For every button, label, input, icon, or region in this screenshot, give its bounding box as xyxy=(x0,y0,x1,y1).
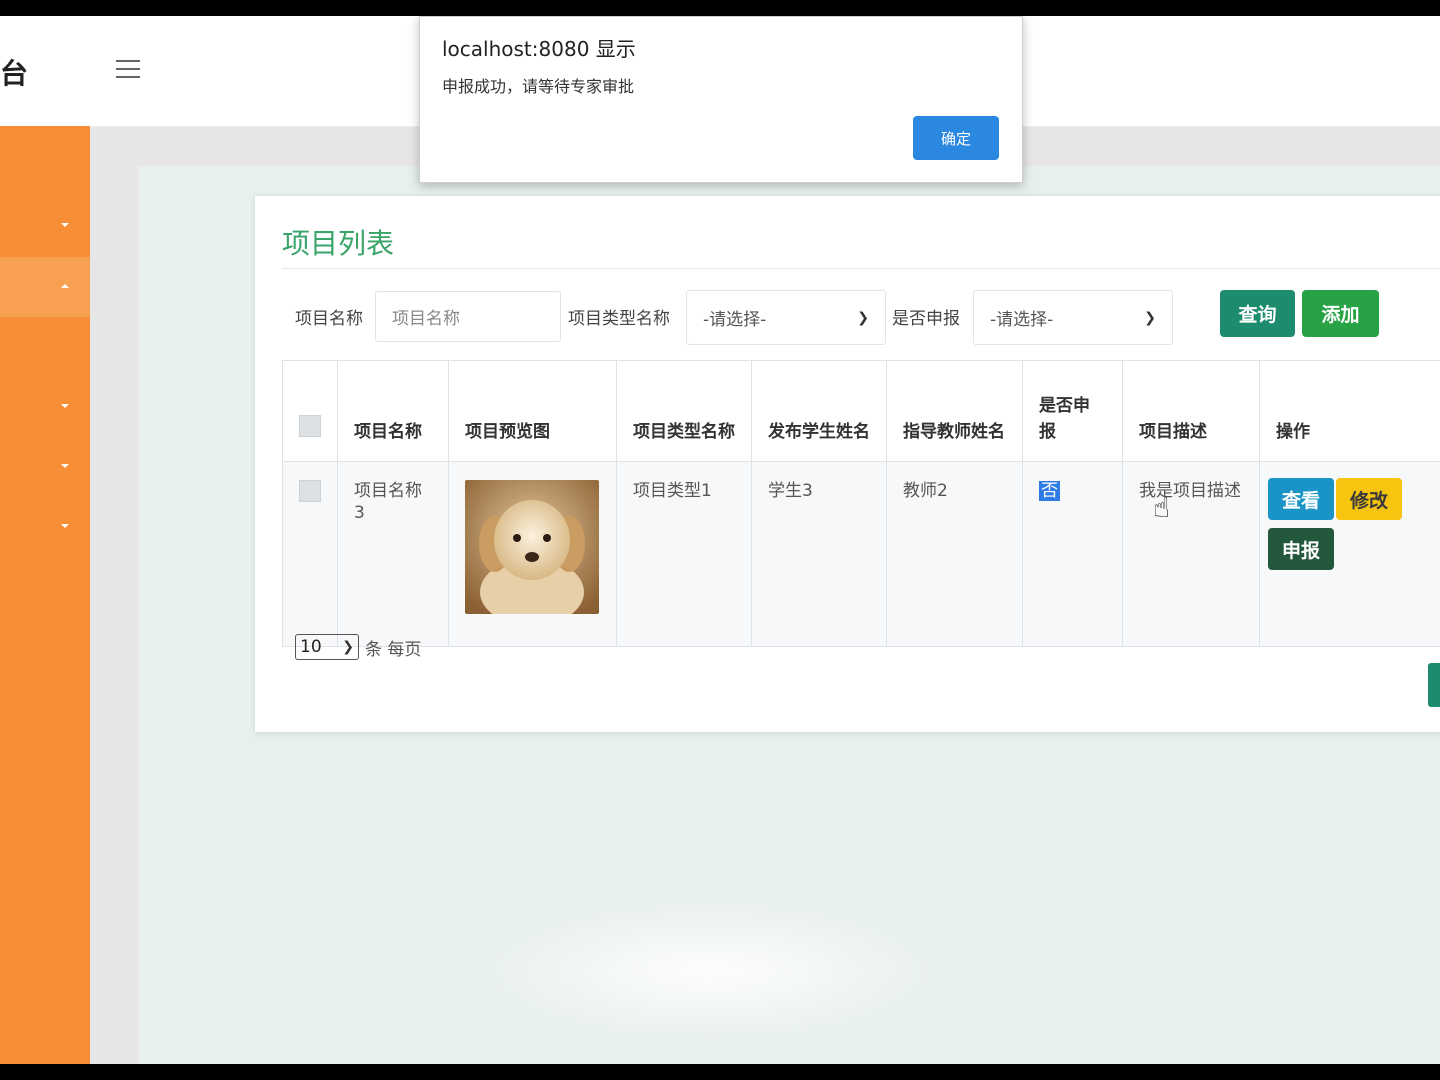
row-select-cell xyxy=(282,461,338,647)
type-select[interactable]: -请选择- ❯ xyxy=(686,290,886,345)
name-label: 项目名称 xyxy=(295,309,363,329)
dialog-message: 申报成功，请等待专家审批 xyxy=(442,77,635,96)
chevron-down-icon: ❯ xyxy=(1144,309,1156,326)
hand-cursor-icon: ☝ xyxy=(1153,491,1171,524)
type-label: 项目类型名称 xyxy=(568,309,670,329)
menu-toggle-icon[interactable] xyxy=(116,60,140,78)
column-header[interactable]: 发布学生姓名 xyxy=(751,360,887,462)
query-button[interactable]: 查询 xyxy=(1220,290,1295,337)
dialog-title: localhost:8080 显示 xyxy=(442,37,636,61)
ok-button[interactable]: 确定 xyxy=(913,116,999,160)
column-header[interactable]: 指导教师姓名 xyxy=(886,360,1023,462)
sidebar-item-3[interactable] xyxy=(0,377,90,437)
cell-teacher: 教师2 xyxy=(886,461,1023,647)
table-header-row: 项目名称 项目预览图 项目类型名称 发布学生姓名 指导教师姓名 是否申报 项目描… xyxy=(282,360,1440,462)
column-header[interactable]: 项目描述 xyxy=(1122,360,1260,462)
column-header[interactable]: 是否申报 xyxy=(1022,360,1123,462)
submitted-value: 否 xyxy=(1039,481,1060,501)
sidebar xyxy=(0,126,90,1064)
row-checkbox[interactable] xyxy=(299,480,321,502)
sidebar-item-1[interactable] xyxy=(0,196,90,256)
submitted-label: 是否申报 xyxy=(892,309,960,329)
pagination: 10 ❯ 条 每页 xyxy=(295,634,421,660)
project-name-placeholder: 项目名称 xyxy=(392,309,460,329)
cell-student: 学生3 xyxy=(751,461,887,647)
divider xyxy=(282,268,1440,269)
table-row: 项目名称3 项目类型1 学生3 教师2 否 我是项目描述 xyxy=(282,461,1440,647)
brand-title: 台 xyxy=(0,57,29,90)
cell-preview xyxy=(448,461,617,647)
caret-down-icon xyxy=(61,404,69,408)
submit-button[interactable]: 申报 xyxy=(1268,528,1334,570)
add-button[interactable]: 添加 xyxy=(1302,290,1379,337)
chevron-down-icon: ❯ xyxy=(342,639,354,655)
app-screen: 台 项目列表 项目名称 项目名称 项目类型名称 -请选择- ❯ 是否申报 -请选… xyxy=(0,16,1440,1064)
caret-up-icon xyxy=(61,284,69,288)
project-table: 项目名称 项目预览图 项目类型名称 发布学生姓名 指导教师姓名 是否申报 项目描… xyxy=(282,360,1440,647)
submitted-select-value: -请选择- xyxy=(990,310,1054,330)
select-all-cell xyxy=(282,360,338,462)
caret-down-icon xyxy=(61,464,69,468)
page-title: 项目列表 xyxy=(282,227,395,260)
project-list-card: 项目列表 项目名称 项目名称 项目类型名称 -请选择- ❯ 是否申报 -请选择-… xyxy=(255,196,1440,732)
cell-description: 我是项目描述 xyxy=(1122,461,1260,647)
cell-project-type: 项目类型1 xyxy=(616,461,752,647)
select-all-checkbox[interactable] xyxy=(299,415,321,437)
caret-down-icon xyxy=(61,524,69,528)
sidebar-item-2[interactable] xyxy=(0,257,90,317)
cell-project-name: 项目名称3 xyxy=(337,461,449,647)
sidebar-item-5[interactable] xyxy=(0,497,90,557)
project-name-input[interactable]: 项目名称 xyxy=(375,291,561,342)
edit-button[interactable]: 修改 xyxy=(1336,478,1402,520)
view-button[interactable]: 查看 xyxy=(1268,478,1334,520)
page-size-select[interactable]: 10 ❯ xyxy=(295,634,359,660)
project-preview-image xyxy=(465,480,599,614)
cell-submitted: 否 xyxy=(1022,461,1123,647)
pagination-button[interactable] xyxy=(1428,663,1440,707)
column-header: 操作 xyxy=(1259,360,1440,462)
page-size-suffix: 条 每页 xyxy=(365,639,422,660)
page-size-value: 10 xyxy=(300,637,322,657)
sidebar-item-4[interactable] xyxy=(0,437,90,497)
caret-down-icon xyxy=(61,223,69,227)
alert-dialog: localhost:8080 显示 申报成功，请等待专家审批 确定 xyxy=(419,16,1023,183)
chevron-down-icon: ❯ xyxy=(857,309,869,326)
blurred-overlay xyxy=(470,896,950,1046)
column-header[interactable]: 项目类型名称 xyxy=(616,360,752,462)
column-header[interactable]: 项目名称 xyxy=(337,360,449,462)
submitted-select[interactable]: -请选择- ❯ xyxy=(973,290,1173,345)
type-select-value: -请选择- xyxy=(703,310,767,330)
column-header[interactable]: 项目预览图 xyxy=(448,360,617,462)
